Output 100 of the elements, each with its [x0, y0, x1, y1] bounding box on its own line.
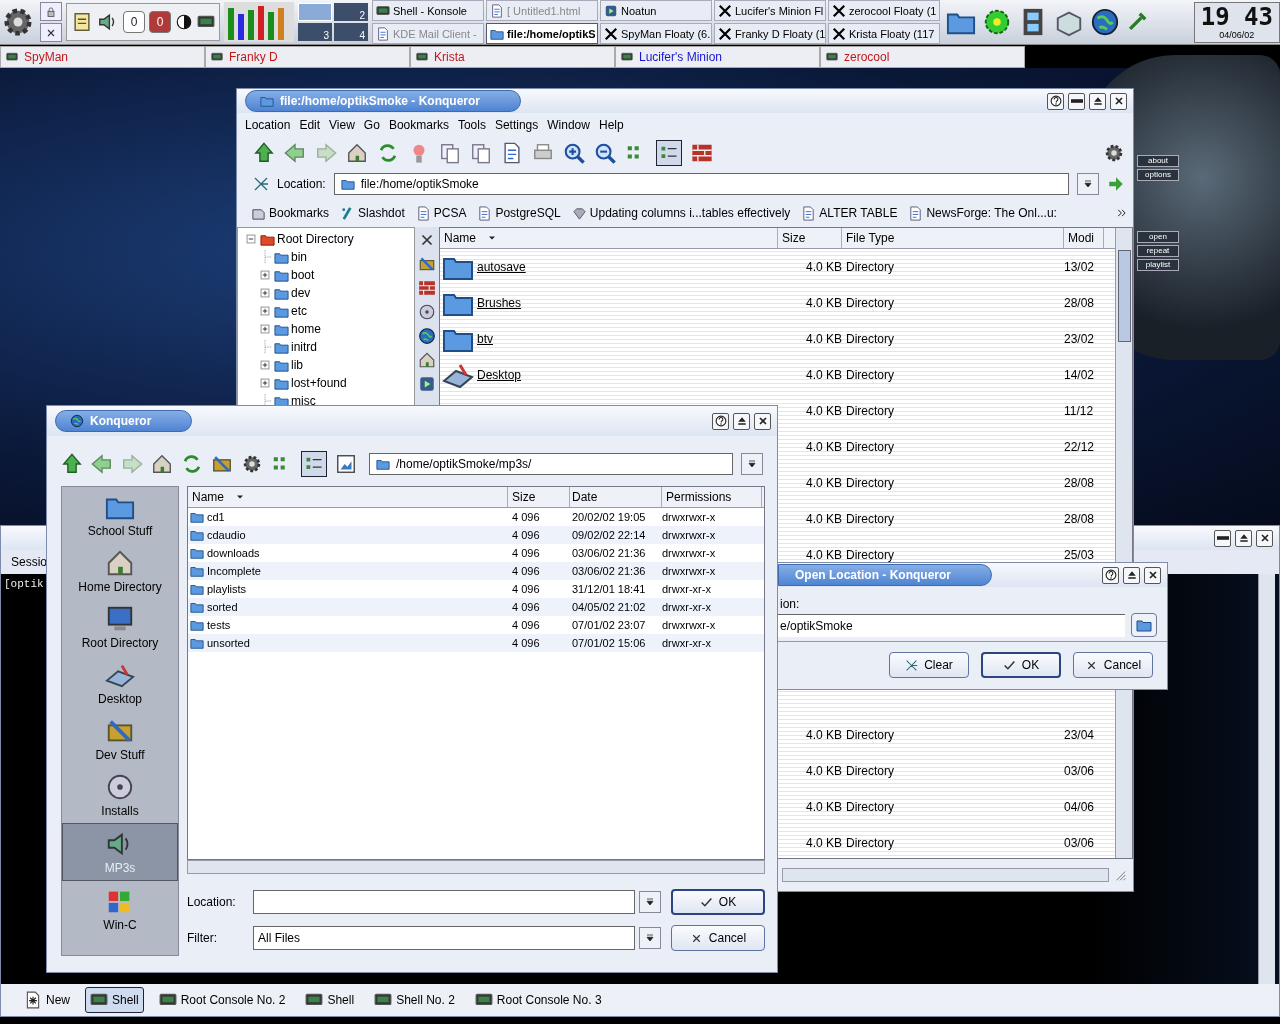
- file-name-link[interactable]: Desktop: [477, 368, 522, 382]
- file-name[interactable]: cd1: [207, 511, 225, 523]
- zoom-in-icon[interactable]: [563, 142, 585, 164]
- chevron-icon[interactable]: [1117, 208, 1127, 218]
- location-field[interactable]: e/optikSmoke: [778, 613, 1125, 637]
- vertical-scrollbar[interactable]: [1258, 574, 1275, 984]
- half-moon-icon[interactable]: [175, 13, 193, 31]
- column-header[interactable]: Permissions: [662, 487, 762, 507]
- counter-button[interactable]: 0: [149, 11, 171, 33]
- session-tab[interactable]: Shell: [300, 987, 360, 1013]
- home-icon[interactable]: [418, 351, 436, 369]
- close-button[interactable]: [1110, 92, 1127, 110]
- tree-item[interactable]: lost+found: [291, 376, 347, 390]
- globe-icon[interactable]: [418, 327, 436, 345]
- logout-button[interactable]: [40, 23, 62, 42]
- detail-view-button[interactable]: [301, 451, 327, 477]
- browse-button[interactable]: [1131, 613, 1157, 637]
- menu-item[interactable]: Help: [598, 118, 624, 132]
- column-header[interactable]: Date: [570, 487, 662, 507]
- dropdown-button[interactable]: [741, 453, 763, 475]
- list-view-button[interactable]: [656, 140, 682, 166]
- home-icon[interactable]: [346, 142, 368, 164]
- tree-item[interactable]: bin: [291, 250, 307, 264]
- pager-desktop[interactable]: 2: [334, 3, 368, 21]
- file-name[interactable]: Incomplete: [207, 565, 261, 577]
- menu-item[interactable]: View: [329, 118, 355, 132]
- media-icon[interactable]: [418, 375, 436, 393]
- collapse-icon[interactable]: [244, 232, 258, 246]
- notepad-icon[interactable]: [71, 11, 93, 33]
- path-field[interactable]: /home/optikSmoke/mp3s/: [369, 453, 733, 475]
- bookmark-link[interactable]: Slashdot: [340, 205, 405, 221]
- gear-icon[interactable]: [241, 453, 263, 475]
- tree-item[interactable]: dev: [291, 286, 311, 300]
- column-header[interactable]: Size: [508, 487, 570, 507]
- expand-icon[interactable]: [258, 322, 272, 336]
- session-tab[interactable]: Shell: [85, 987, 144, 1013]
- menu-item[interactable]: Tools: [457, 118, 486, 132]
- minimize-button[interactable]: [1214, 529, 1231, 547]
- help-button[interactable]: [1102, 566, 1119, 584]
- flower-icon[interactable]: [982, 7, 1012, 37]
- maximize-button[interactable]: [1235, 529, 1252, 547]
- zoom-out-icon[interactable]: [594, 142, 616, 164]
- resize-grip-icon[interactable]: [1113, 868, 1127, 882]
- bookmark-link[interactable]: Updating columns i...tables effectively: [571, 205, 791, 221]
- session-tab[interactable]: Root Console No. 2: [153, 987, 291, 1013]
- expand-icon[interactable]: [258, 376, 272, 390]
- dropdown-button[interactable]: [639, 891, 661, 913]
- place-item[interactable]: Win-C: [62, 881, 178, 937]
- toolbox-icon[interactable]: [418, 255, 436, 273]
- globe-icon[interactable]: [1090, 7, 1120, 37]
- column-header[interactable]: File Type: [842, 228, 1064, 248]
- dialog-button[interactable]: Clear: [889, 652, 969, 678]
- menu-item[interactable]: Location: [245, 118, 291, 132]
- brick-wall-icon[interactable]: [691, 142, 713, 164]
- file-name[interactable]: playlists: [207, 583, 247, 595]
- file-name-link[interactable]: Brushes: [477, 296, 522, 310]
- close-button[interactable]: [1256, 529, 1273, 547]
- bookmark-link[interactable]: NewsForge: The Onl...u:: [908, 205, 1057, 221]
- menu-item[interactable]: Go: [363, 118, 380, 132]
- copy-icon[interactable]: [439, 142, 461, 164]
- filter-field[interactable]: All Files: [253, 926, 635, 950]
- player-button[interactable]: about: [1137, 155, 1179, 167]
- menu-item[interactable]: Window: [547, 118, 590, 132]
- player-button[interactable]: playlist: [1137, 259, 1179, 271]
- taskbar-button[interactable]: Krista Floaty (117: [828, 23, 940, 44]
- up-arrow-icon[interactable]: [61, 453, 83, 475]
- lock-button[interactable]: [40, 2, 62, 21]
- clipboard-icon[interactable]: [501, 142, 523, 164]
- tree-item[interactable]: misc: [291, 394, 316, 408]
- dropdown-button[interactable]: [639, 927, 661, 949]
- pager-desktop[interactable]: 3: [298, 23, 332, 41]
- tree-item[interactable]: home: [291, 322, 322, 336]
- horizontal-scrollbar[interactable]: [187, 860, 765, 874]
- preview-icon[interactable]: [335, 453, 357, 475]
- taskbar-button[interactable]: Lucifer's Minion Fl: [714, 0, 826, 21]
- buddy-button[interactable]: Lucifer's Minion: [615, 46, 820, 68]
- player-button[interactable]: options: [1137, 169, 1179, 181]
- counter-button[interactable]: 0: [123, 11, 145, 33]
- scrollbar-thumb[interactable]: [1118, 250, 1131, 342]
- minimize-button[interactable]: [1068, 92, 1085, 110]
- reload-icon[interactable]: [377, 142, 399, 164]
- bookmark-link[interactable]: Bookmarks: [251, 205, 330, 221]
- session-tab[interactable]: Shell No. 2: [369, 987, 460, 1013]
- up-arrow-icon[interactable]: [253, 142, 275, 164]
- place-item[interactable]: Root Directory: [62, 599, 178, 655]
- bookmark-link[interactable]: PostgreSQL: [477, 205, 561, 221]
- bookmark-link[interactable]: PCSA: [415, 205, 467, 221]
- buddy-button[interactable]: SpyMan: [0, 46, 205, 68]
- tree-item[interactable]: Root Directory: [277, 232, 354, 246]
- place-item[interactable]: Home Directory: [62, 543, 178, 599]
- column-header[interactable]: Name: [440, 228, 778, 248]
- file-name[interactable]: downloads: [207, 547, 260, 559]
- taskbar-button[interactable]: Franky D Floaty (1: [714, 23, 826, 44]
- cancel-button[interactable]: Cancel: [671, 925, 765, 951]
- file-name-link[interactable]: autosave: [477, 260, 526, 274]
- ok-button[interactable]: OK: [671, 889, 765, 915]
- place-item[interactable]: Installs: [62, 767, 178, 823]
- sparkle-icon[interactable]: [253, 176, 269, 192]
- taskbar-button[interactable]: Shell - Konsole: [372, 0, 484, 21]
- menu-item[interactable]: Settings: [494, 118, 539, 132]
